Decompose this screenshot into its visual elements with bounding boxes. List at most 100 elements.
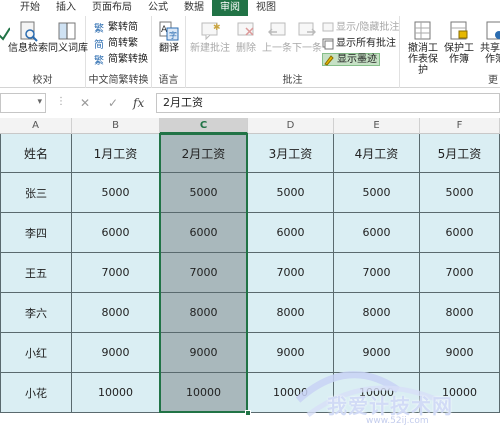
table-cell[interactable]: 王五 (0, 253, 72, 293)
previous-comment-icon (267, 20, 287, 42)
svg-text:繁: 繁 (94, 54, 104, 66)
table-cell[interactable]: 5000 (334, 173, 420, 213)
fill-handle[interactable] (245, 410, 251, 416)
table-cell[interactable]: 5000 (420, 173, 500, 213)
table-cell[interactable]: 7000 (334, 253, 420, 293)
table-cell[interactable]: 6000 (160, 213, 248, 253)
show-all-comments-toggle[interactable]: 显示所有批注 (322, 37, 396, 50)
table-header-cell[interactable]: 2月工资 (160, 134, 248, 173)
table-cell[interactable]: 6000 (420, 213, 500, 253)
cancel-entry-button[interactable]: ✕ (76, 94, 94, 112)
group-label-proofing: 校对 (32, 75, 53, 86)
column-header-d[interactable]: D (248, 118, 334, 134)
table-header-cell[interactable]: 4月工资 (334, 134, 420, 173)
ribbon-tab[interactable]: 数据 (176, 0, 212, 16)
delete-comment-icon (236, 20, 256, 42)
table-cell[interactable]: 10000 (160, 373, 248, 413)
new-comment-icon: ✱ (200, 20, 221, 42)
column-header-f[interactable]: F (420, 118, 500, 134)
table-cell[interactable]: 7000 (248, 253, 334, 293)
column-header-a[interactable]: A (0, 118, 72, 134)
group-comments: ✱ 新建批注 删除 上一条 下一条 显示/隐藏批注 显示所有批注 显示墨迹 批注 (186, 16, 400, 88)
watermark-text: 我爱计技术网 (327, 394, 453, 418)
chinese-conversion-label: 简繁转换 (108, 54, 148, 65)
table-header-cell[interactable]: 姓名 (0, 134, 72, 173)
ribbon-tab[interactable]: 公式 (140, 0, 176, 16)
table-cell[interactable]: 小红 (0, 333, 72, 373)
table-cell[interactable]: 9000 (334, 333, 420, 373)
table-cell[interactable]: 7000 (160, 253, 248, 293)
worksheet-grid[interactable]: A B C D E F 姓名 1月工资 2月工资 3月工资 4月工资 5月工资 张三 5000 5000 50… (0, 118, 500, 435)
table-cell[interactable]: 7000 (72, 253, 160, 293)
column-header-b[interactable]: B (72, 118, 160, 134)
show-hide-comment-label: 显示/隐藏批注 (336, 22, 400, 33)
svg-text:繁: 繁 (94, 22, 104, 34)
name-box[interactable]: ▾ (0, 93, 46, 113)
table-cell[interactable]: 8000 (72, 293, 160, 333)
delete-comment-button[interactable]: 删除 (232, 20, 260, 54)
unprotect-sheet-label: 撤消工作表保护 (408, 43, 438, 76)
show-all-comments-label: 显示所有批注 (336, 38, 396, 49)
table-cell[interactable]: 10000 (248, 373, 334, 413)
simplified-to-traditional-button[interactable]: 简 简转繁 (94, 37, 138, 51)
spelling-button[interactable] (0, 20, 11, 43)
research-label: 信息检索 (8, 43, 48, 54)
ribbon-tab[interactable]: 插入 (48, 0, 84, 16)
research-button[interactable]: 信息检索 (8, 20, 48, 54)
show-ink-toggle[interactable]: 显示墨迹 (322, 53, 380, 66)
table-header-cell[interactable]: 3月工资 (248, 134, 334, 173)
chinese-conversion-button[interactable]: 繁 简繁转换 (94, 53, 148, 67)
previous-comment-button[interactable]: 上一条 (262, 20, 292, 54)
ribbon-tab-bar: 开始 插入 页面布局 公式 数据 审阅 视图 (0, 0, 500, 16)
table-cell[interactable]: 6000 (334, 213, 420, 253)
column-header-c[interactable]: C (160, 118, 248, 134)
share-workbook-button[interactable]: 共享工作簿 (478, 20, 500, 65)
table-cell[interactable]: 5000 (72, 173, 160, 213)
traditional-to-simplified-icon: 繁 (94, 22, 106, 35)
table-cell[interactable]: 8000 (160, 293, 248, 333)
chevron-down-icon[interactable]: ▾ (37, 97, 42, 107)
ribbon-tab[interactable]: 页面布局 (84, 0, 140, 16)
formula-bar-splitter[interactable]: ⋮ (56, 96, 66, 107)
thesaurus-button[interactable]: 同义词库 (48, 20, 88, 54)
table-cell[interactable]: 7000 (420, 253, 500, 293)
formula-input[interactable]: 2月工资 (156, 93, 500, 113)
table-cell[interactable]: 5000 (248, 173, 334, 213)
unprotect-sheet-button[interactable]: 撤消工作表保护 (406, 20, 440, 76)
table-cell[interactable]: 8000 (248, 293, 334, 333)
table-header-cell[interactable]: 1月工资 (72, 134, 160, 173)
table-header-cell[interactable]: 5月工资 (420, 134, 500, 173)
group-label-language: 语言 (158, 75, 179, 86)
ribbon-tab[interactable]: 审阅 (212, 0, 248, 16)
traditional-to-simplified-button[interactable]: 繁 繁转简 (94, 21, 138, 35)
new-comment-button[interactable]: ✱ 新建批注 (190, 20, 230, 54)
table-cell[interactable]: 9000 (248, 333, 334, 373)
table-cell[interactable]: 小花 (0, 373, 72, 413)
table-cell[interactable]: 6000 (248, 213, 334, 253)
table-cell[interactable]: 李四 (0, 213, 72, 253)
confirm-entry-button[interactable]: ✓ (104, 94, 122, 112)
table-cell[interactable]: 9000 (72, 333, 160, 373)
table-cell[interactable]: 张三 (0, 173, 72, 213)
ribbon-tab[interactable]: 开始 (0, 0, 48, 16)
table-cell[interactable]: 6000 (72, 213, 160, 253)
new-comment-label: 新建批注 (190, 43, 230, 54)
insert-function-button[interactable]: fx (133, 94, 144, 112)
table-cell[interactable]: 10000 (72, 373, 160, 413)
table-cell[interactable]: 李六 (0, 293, 72, 333)
table-cell[interactable]: 5000 (160, 173, 248, 213)
protect-workbook-button[interactable]: 保护工作簿 (442, 20, 476, 65)
show-hide-comment-toggle[interactable]: 显示/隐藏批注 (322, 21, 399, 34)
traditional-to-simplified-label: 繁转简 (108, 22, 138, 33)
table-cell[interactable]: 8000 (334, 293, 420, 333)
column-header-e[interactable]: E (334, 118, 420, 134)
table-cell[interactable]: 8000 (420, 293, 500, 333)
group-language: A字 翻译 语言 (152, 16, 186, 88)
next-comment-button[interactable]: 下一条 (292, 20, 322, 54)
table-cell[interactable]: 9000 (420, 333, 500, 373)
next-comment-icon (297, 20, 317, 42)
ribbon-tab[interactable]: 视图 (248, 0, 284, 16)
translate-button[interactable]: A字 翻译 (154, 20, 184, 54)
table-cell[interactable]: 9000 (160, 333, 248, 373)
next-comment-label: 下一条 (292, 43, 322, 54)
